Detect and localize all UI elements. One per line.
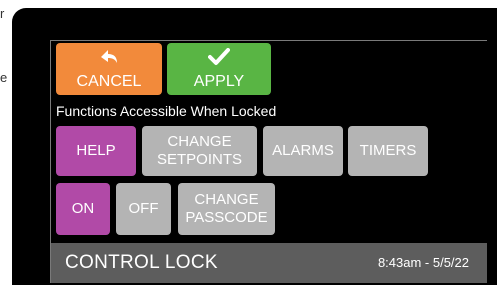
off-label: OFF [128,200,159,217]
help-label: HELP [76,142,116,159]
on-toggle-button[interactable]: ON [56,183,110,235]
change-passcode-label-line1: CHANGE [194,191,259,208]
alarms-label: ALARMS [272,142,334,159]
change-passcode-label-line2: PASSCODE [185,209,268,226]
cancel-button[interactable]: CANCEL [56,43,162,95]
alarms-toggle-button[interactable]: ALARMS [263,126,343,176]
section-title: Functions Accessible When Locked [56,103,277,119]
control-lock-panel: CANCEL APPLY Functions Accessible When L… [50,40,487,283]
off-toggle-button[interactable]: OFF [116,183,171,235]
status-timestamp: 8:43am - 5/5/22 [377,255,469,270]
checkmark-icon [208,48,230,73]
on-label: ON [71,200,95,217]
change-setpoints-label-line2: SETPOINTS [156,151,242,168]
change-passcode-toggle-button[interactable]: CHANGE PASSCODE [178,183,275,235]
screen-title: CONTROL LOCK [65,252,218,273]
background-text-fragment-mid: e [0,70,8,85]
cancel-label: CANCEL [76,73,142,90]
background-text-fragment-top: r [0,6,5,21]
timers-label: TIMERS [359,142,417,159]
device-screen: CANCEL APPLY Functions Accessible When L… [48,38,497,285]
apply-button[interactable]: APPLY [167,43,271,95]
status-bar: CONTROL LOCK 8:43am - 5/5/22 [51,243,487,283]
help-toggle-button[interactable]: HELP [56,126,136,176]
timers-toggle-button[interactable]: TIMERS [348,126,428,176]
undo-arrow-icon [98,48,120,73]
change-setpoints-toggle-button[interactable]: CHANGE SETPOINTS [142,126,257,176]
apply-label: APPLY [193,73,245,90]
change-setpoints-label-line1: CHANGE [167,133,232,150]
